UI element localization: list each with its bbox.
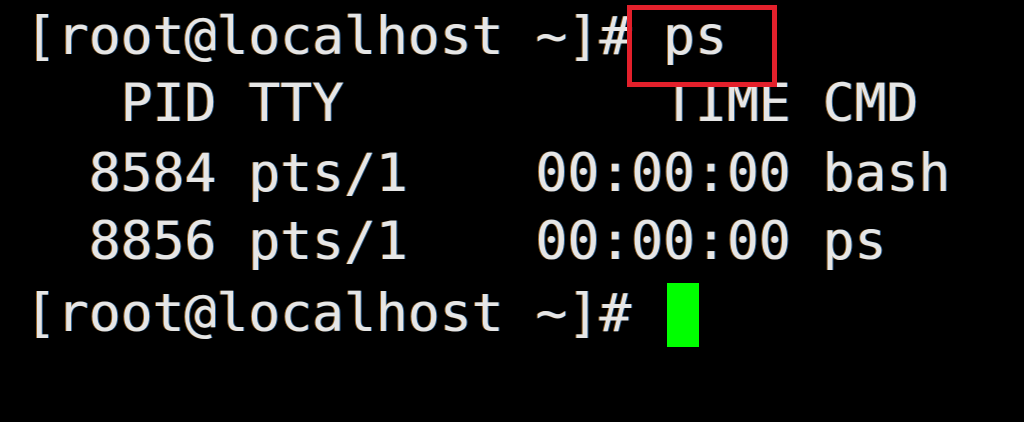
command-line-ps: [root@localhost ~]# ps bbox=[25, 6, 727, 67]
prompt-line[interactable]: [root@localhost ~]# bbox=[25, 281, 663, 347]
ps-row-bash: 8584 pts/1 00:00:00 bash bbox=[25, 143, 951, 204]
ps-row-ps: 8856 pts/1 00:00:00 ps bbox=[25, 211, 887, 272]
command-highlight-box bbox=[627, 5, 777, 87]
ps-header-row: PID TTY TIME CMD bbox=[25, 73, 919, 134]
terminal-window[interactable]: [root@localhost ~]# ps PID TTY TIME CMD … bbox=[0, 0, 1024, 422]
terminal-cursor bbox=[667, 283, 699, 347]
